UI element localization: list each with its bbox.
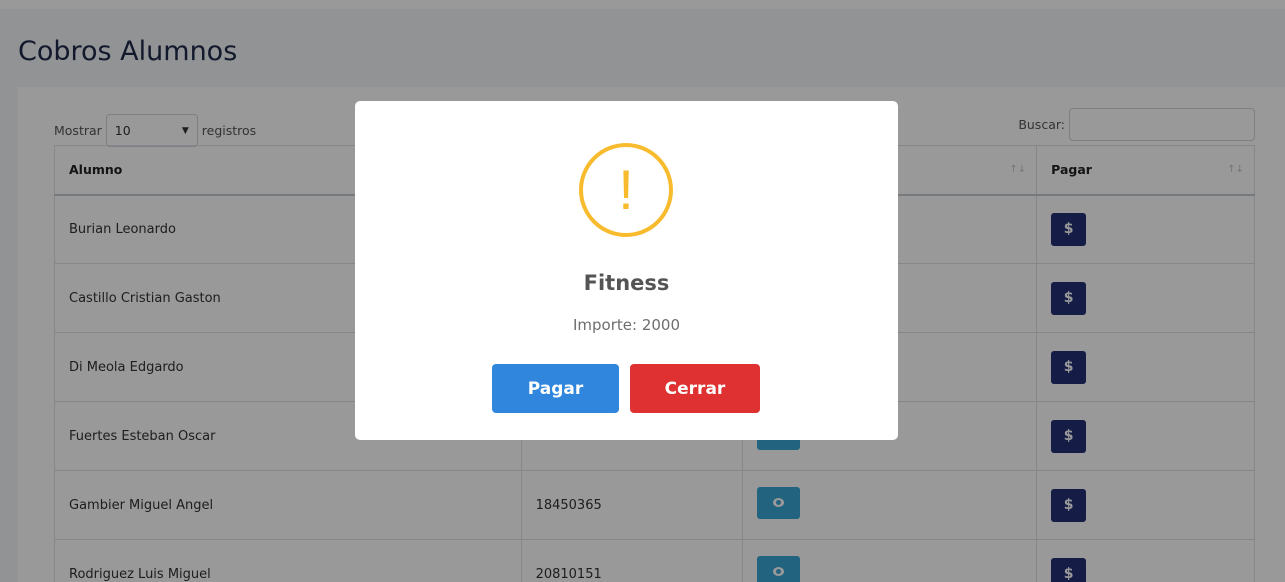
close-button[interactable]: Cerrar [630, 364, 760, 413]
dialog-amount-text: Importe: 2000 [572, 316, 680, 334]
dialog-title: Fitness [583, 271, 670, 295]
warning-icon: ! [579, 143, 673, 237]
confirm-pay-button[interactable]: Pagar [492, 364, 619, 413]
payment-dialog: ! Fitness Importe: 2000 Pagar Cerrar [355, 101, 898, 440]
